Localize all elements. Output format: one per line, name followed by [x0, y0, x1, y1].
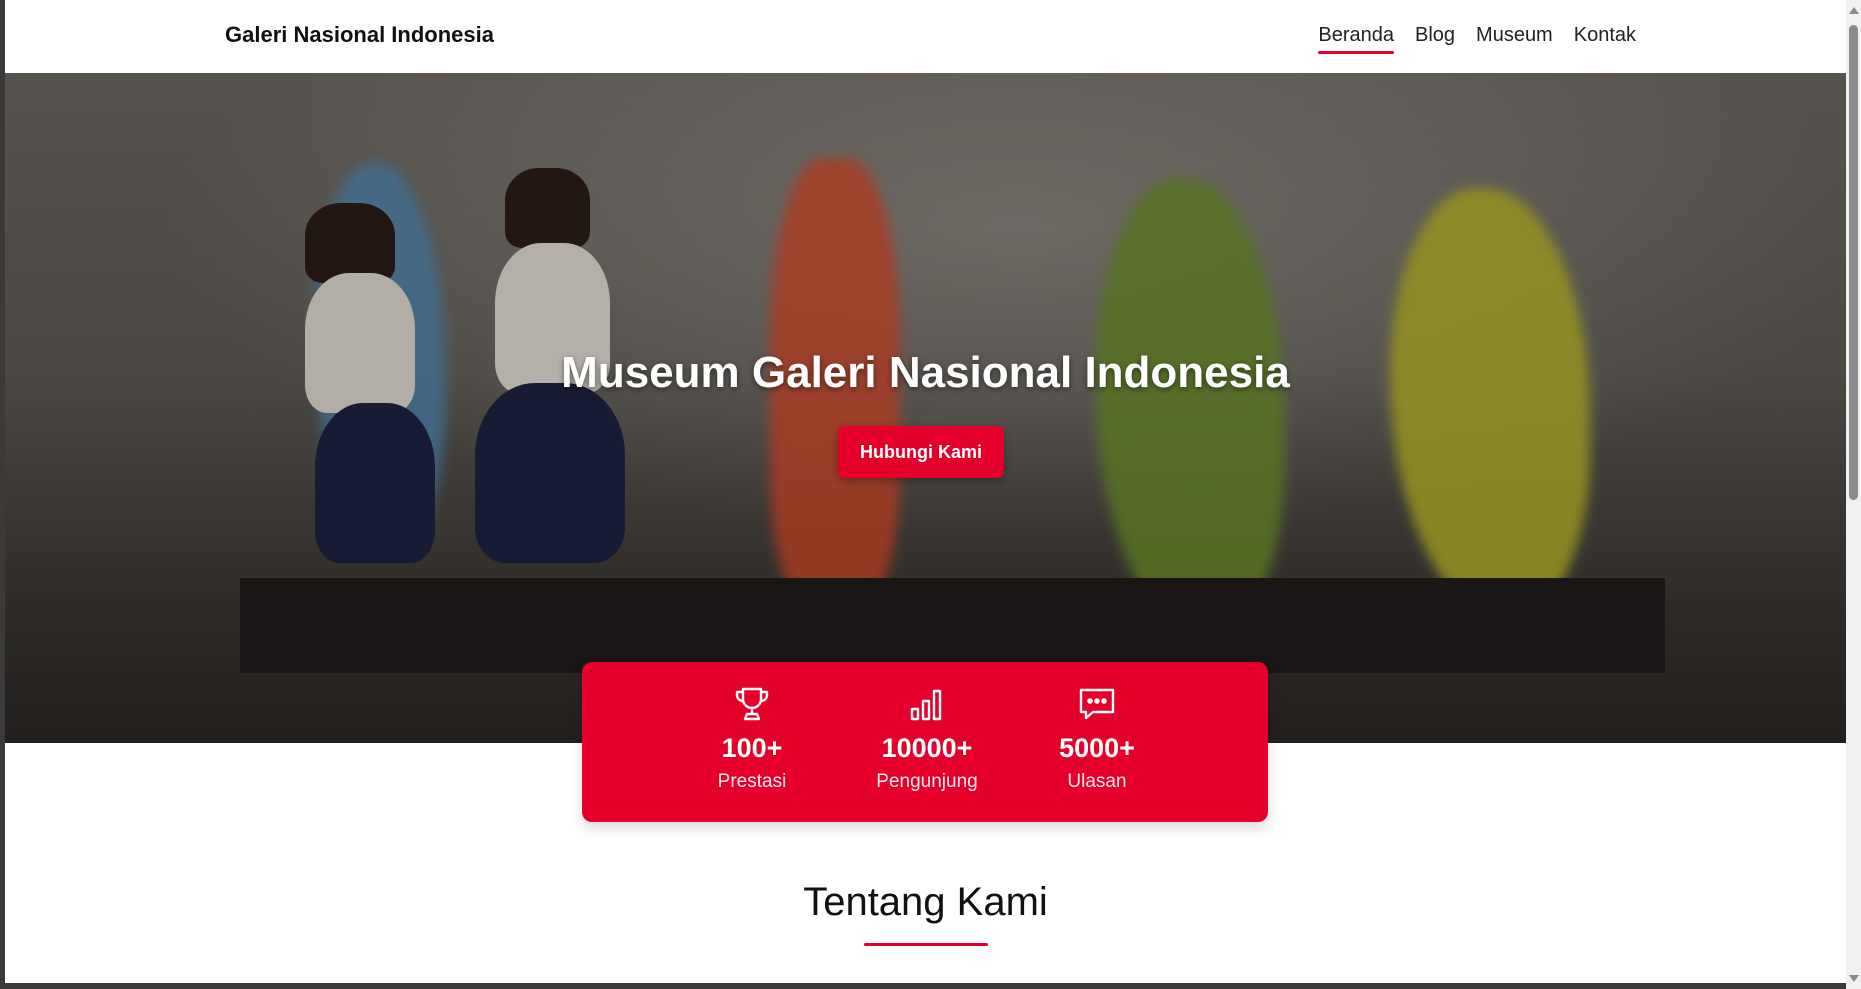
hero-overlay: [5, 73, 1846, 743]
chat-bubble-icon: [1052, 684, 1142, 729]
nav-link-kontak[interactable]: Kontak: [1574, 24, 1636, 47]
bar-chart-icon: [872, 684, 982, 729]
hero-section: Museum Galeri Nasional Indonesia Hubungi…: [5, 73, 1846, 743]
hero-title: Museum Galeri Nasional Indonesia: [561, 348, 1290, 397]
contact-us-button[interactable]: Hubungi Kami: [838, 426, 1004, 478]
page-scrollbar[interactable]: [1846, 0, 1861, 989]
stat-value: 100+: [721, 733, 783, 763]
stat-value: 5000+: [1059, 733, 1135, 763]
nav-link-beranda[interactable]: Beranda: [1318, 24, 1394, 54]
stat-label: Ulasan: [1067, 771, 1127, 792]
site-brand[interactable]: Galeri Nasional Indonesia: [225, 22, 494, 48]
stat-prestasi: 100+ Prestasi: [712, 684, 792, 793]
about-title: Tentang Kami: [803, 880, 1048, 924]
stats-card: 100+ Prestasi 10000+ Pengunjung 5000+ Ul…: [582, 662, 1268, 822]
nav-link-museum[interactable]: Museum: [1476, 24, 1553, 47]
scroll-down-arrow-icon[interactable]: [1849, 975, 1859, 982]
scroll-thumb[interactable]: [1849, 25, 1858, 500]
nav-link-blog[interactable]: Blog: [1415, 24, 1455, 47]
stat-ulasan: 5000+ Ulasan: [1052, 684, 1142, 793]
stat-value: 10000+: [881, 733, 973, 763]
nav-links: Beranda Blog Museum Kontak: [1318, 24, 1636, 54]
navbar: Galeri Nasional Indonesia Beranda Blog M…: [5, 0, 1846, 74]
trophy-icon: [712, 684, 792, 729]
about-title-underline: [864, 943, 988, 946]
stat-label: Prestasi: [717, 771, 787, 792]
stat-label: Pengunjung: [876, 771, 978, 792]
scroll-up-arrow-icon[interactable]: [1849, 7, 1859, 14]
browser-viewport: Galeri Nasional Indonesia Beranda Blog M…: [5, 0, 1846, 983]
stat-pengunjung: 10000+ Pengunjung: [872, 684, 982, 793]
